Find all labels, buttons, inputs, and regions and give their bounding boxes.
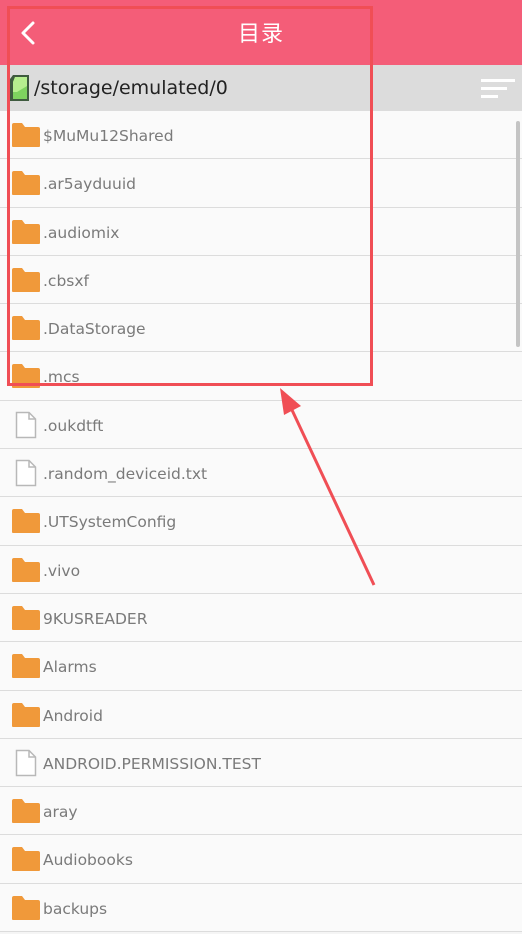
list-item[interactable]: .random_deviceid.txt xyxy=(0,449,522,498)
item-name: .DataStorage xyxy=(43,320,146,339)
folder-icon xyxy=(11,557,41,587)
folder-icon xyxy=(11,653,41,683)
folder-icon xyxy=(11,122,41,152)
folder-icon xyxy=(11,170,41,200)
top-app-bar: 目录 xyxy=(0,0,522,65)
list-item[interactable]: backups xyxy=(0,883,522,933)
folder-icon xyxy=(11,508,41,538)
item-name: .mcs xyxy=(43,368,80,387)
list-item[interactable]: .ar5ayduuid xyxy=(0,159,522,208)
item-name: .cbsxf xyxy=(43,271,89,290)
item-name: .oukdtft xyxy=(43,416,104,435)
folder-icon xyxy=(11,363,41,393)
item-name: ANDROID.PERMISSION.TEST xyxy=(43,754,261,773)
list-item[interactable]: .cbsxf xyxy=(0,255,522,305)
folder-icon xyxy=(11,267,41,297)
item-name: .audiomix xyxy=(43,223,120,242)
folder-icon xyxy=(11,798,41,828)
folder-icon xyxy=(11,219,41,249)
item-name: $MuMu12Shared xyxy=(43,127,174,145)
list-item[interactable]: Android xyxy=(0,690,522,739)
item-name: .vivo xyxy=(43,561,81,580)
list-item[interactable]: .DataStorage xyxy=(0,304,522,353)
item-name: .random_deviceid.txt xyxy=(43,465,208,484)
item-name: 9KUSREADER xyxy=(43,609,148,628)
list-item[interactable]: aray xyxy=(0,787,522,836)
list-item[interactable]: .vivo xyxy=(0,545,522,594)
item-name: .UTSystemConfig xyxy=(43,513,177,532)
file-list: $MuMu12Shared .ar5ayduuid .audiomix .cbsxf.… xyxy=(0,111,522,933)
list-item[interactable]: .audiomix xyxy=(0,207,522,256)
folder-icon xyxy=(11,605,41,635)
folder-icon xyxy=(11,315,41,345)
list-item[interactable]: .UTSystemConfig xyxy=(0,497,522,546)
item-name: aray xyxy=(43,803,78,822)
file-icon xyxy=(15,459,37,491)
item-name: backups xyxy=(43,899,108,918)
path-bar: /storage/emulated/0 xyxy=(0,65,522,111)
file-icon xyxy=(15,411,37,443)
list-item[interactable]: ANDROID.PERMISSION.TEST xyxy=(0,738,522,788)
list-item[interactable]: .oukdtft xyxy=(0,400,522,450)
list-item[interactable]: 9KUSREADER xyxy=(0,593,522,643)
folder-icon xyxy=(11,702,41,732)
list-item[interactable]: .mcs xyxy=(0,352,522,401)
list-item[interactable]: Audiobooks xyxy=(0,835,522,884)
list-item[interactable]: $MuMu12Shared xyxy=(0,111,522,160)
sort-icon[interactable] xyxy=(478,77,518,101)
item-name: Alarms xyxy=(43,658,97,677)
file-icon xyxy=(15,749,37,781)
item-name: Audiobooks xyxy=(43,851,133,870)
current-path: /storage/emulated/0 xyxy=(34,77,228,99)
page-title: 目录 xyxy=(237,22,284,47)
scrollbar[interactable] xyxy=(516,121,520,347)
item-name: Android xyxy=(43,706,103,725)
folder-icon xyxy=(11,846,41,876)
item-name: .ar5ayduuid xyxy=(43,175,136,194)
list-item[interactable]: Alarms xyxy=(0,642,522,691)
sd-card-icon xyxy=(10,75,29,101)
